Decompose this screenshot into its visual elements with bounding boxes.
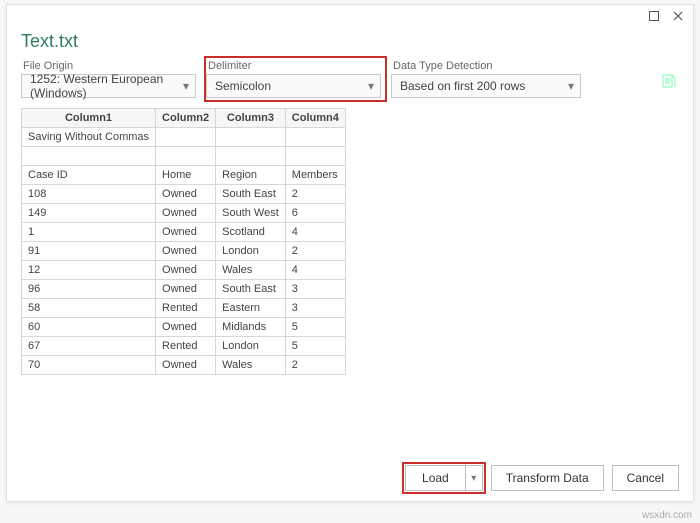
footer: Load ▾ Transform Data Cancel (7, 455, 693, 501)
table-cell (216, 128, 286, 147)
table-row: 149OwnedSouth West6 (22, 204, 346, 223)
chevron-down-icon: ▾ (368, 79, 374, 93)
chevron-down-icon: ▾ (568, 79, 574, 93)
transform-data-button[interactable]: Transform Data (491, 465, 604, 491)
column-header: Column1 (22, 109, 156, 128)
file-origin-dropdown[interactable]: 1252: Western European (Windows) ▾ (21, 74, 196, 98)
chevron-down-icon: ▾ (183, 79, 189, 93)
watermark: wsxdn.com (642, 510, 692, 521)
table-cell: South East (216, 185, 286, 204)
table-cell: Owned (156, 223, 216, 242)
table-cell: 60 (22, 318, 156, 337)
column-header: Column2 (156, 109, 216, 128)
table-cell: 2 (285, 242, 345, 261)
file-origin-label: File Origin (21, 60, 196, 72)
table-cell: Wales (216, 261, 286, 280)
table-cell: Members (285, 166, 345, 185)
table-cell: 91 (22, 242, 156, 261)
load-dropdown-button[interactable]: ▾ (465, 465, 483, 491)
column-header: Column3 (216, 109, 286, 128)
load-button[interactable]: Load (405, 465, 465, 491)
settings-icon[interactable] (661, 60, 679, 93)
table-cell: Home (156, 166, 216, 185)
table-cell: London (216, 242, 286, 261)
table-cell: 149 (22, 204, 156, 223)
file-origin-value: 1252: Western European (Windows) (30, 72, 177, 100)
table-cell: London (216, 337, 286, 356)
table-cell: Rented (156, 337, 216, 356)
table-row: 1OwnedScotland4 (22, 223, 346, 242)
detection-label: Data Type Detection (391, 60, 581, 72)
column-header: Column4 (285, 109, 345, 128)
detection-dropdown[interactable]: Based on first 200 rows ▾ (391, 74, 581, 98)
table-cell: Case ID (22, 166, 156, 185)
table-row (22, 147, 346, 166)
table-cell (156, 128, 216, 147)
table-cell: Owned (156, 204, 216, 223)
table-cell: Rented (156, 299, 216, 318)
table-cell: Owned (156, 356, 216, 375)
close-button[interactable] (671, 9, 685, 23)
table-cell: 6 (285, 204, 345, 223)
table-row: 67RentedLondon5 (22, 337, 346, 356)
table-cell: Region (216, 166, 286, 185)
table-row: 58RentedEastern3 (22, 299, 346, 318)
table-cell: 58 (22, 299, 156, 318)
table-cell: 3 (285, 280, 345, 299)
table-cell (285, 147, 345, 166)
table-cell: 4 (285, 223, 345, 242)
table-cell: 3 (285, 299, 345, 318)
import-dialog: Text.txt File Origin 1252: Western Europ… (6, 4, 694, 502)
titlebar (7, 5, 693, 27)
preview-table: Column1Column2Column3Column4 Saving With… (21, 108, 346, 375)
table-cell: Wales (216, 356, 286, 375)
table-cell (285, 128, 345, 147)
table-cell (216, 147, 286, 166)
table-cell: Scotland (216, 223, 286, 242)
table-cell: 4 (285, 261, 345, 280)
table-row: 70OwnedWales2 (22, 356, 346, 375)
table-cell: Midlands (216, 318, 286, 337)
table-cell: 5 (285, 318, 345, 337)
table-cell: 12 (22, 261, 156, 280)
table-cell: Owned (156, 242, 216, 261)
chevron-down-icon: ▾ (471, 473, 476, 484)
table-cell: Owned (156, 280, 216, 299)
table-row: 60OwnedMidlands5 (22, 318, 346, 337)
table-cell: 108 (22, 185, 156, 204)
table-cell: 2 (285, 356, 345, 375)
maximize-button[interactable] (647, 9, 661, 23)
delimiter-label: Delimiter (206, 60, 381, 72)
table-cell: South West (216, 204, 286, 223)
table-cell (156, 147, 216, 166)
table-cell: Eastern (216, 299, 286, 318)
table-row: 108OwnedSouth East2 (22, 185, 346, 204)
table-cell: Owned (156, 185, 216, 204)
delimiter-dropdown[interactable]: Semicolon ▾ (206, 74, 381, 98)
table-row: Case IDHomeRegionMembers (22, 166, 346, 185)
table-row: 91OwnedLondon2 (22, 242, 346, 261)
table-cell: Saving Without Commas (22, 128, 156, 147)
options-row: File Origin 1252: Western European (Wind… (21, 60, 679, 98)
table-cell: 70 (22, 356, 156, 375)
table-row: 12OwnedWales4 (22, 261, 346, 280)
table-cell: South East (216, 280, 286, 299)
table-row: Saving Without Commas (22, 128, 346, 147)
table-cell: 67 (22, 337, 156, 356)
file-title: Text.txt (21, 31, 679, 52)
table-cell (22, 147, 156, 166)
delimiter-value: Semicolon (215, 79, 271, 93)
table-cell: 96 (22, 280, 156, 299)
table-row: 96OwnedSouth East3 (22, 280, 346, 299)
table-cell: 1 (22, 223, 156, 242)
detection-value: Based on first 200 rows (400, 79, 525, 93)
cancel-button[interactable]: Cancel (612, 465, 679, 491)
table-cell: 2 (285, 185, 345, 204)
table-cell: 5 (285, 337, 345, 356)
table-cell: Owned (156, 318, 216, 337)
table-cell: Owned (156, 261, 216, 280)
